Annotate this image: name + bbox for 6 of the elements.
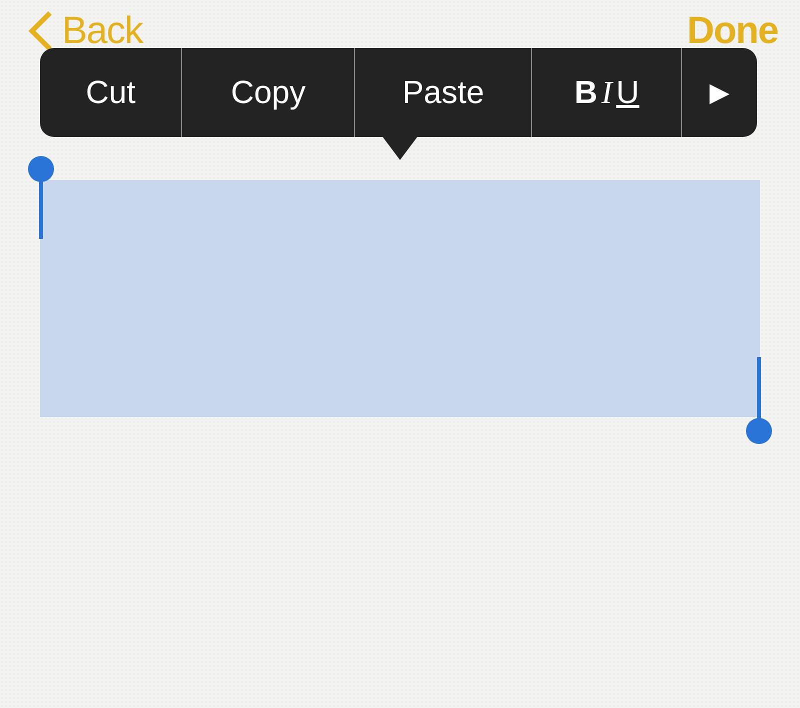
more-menu-item[interactable]: ▶ <box>681 48 757 137</box>
format-menu-item[interactable]: BIU <box>531 48 682 137</box>
selection-handle[interactable] <box>745 357 773 445</box>
menu-item[interactable]: Paste <box>354 48 532 137</box>
selection-handle[interactable] <box>27 155 55 239</box>
menu-item[interactable]: Copy <box>181 48 354 137</box>
